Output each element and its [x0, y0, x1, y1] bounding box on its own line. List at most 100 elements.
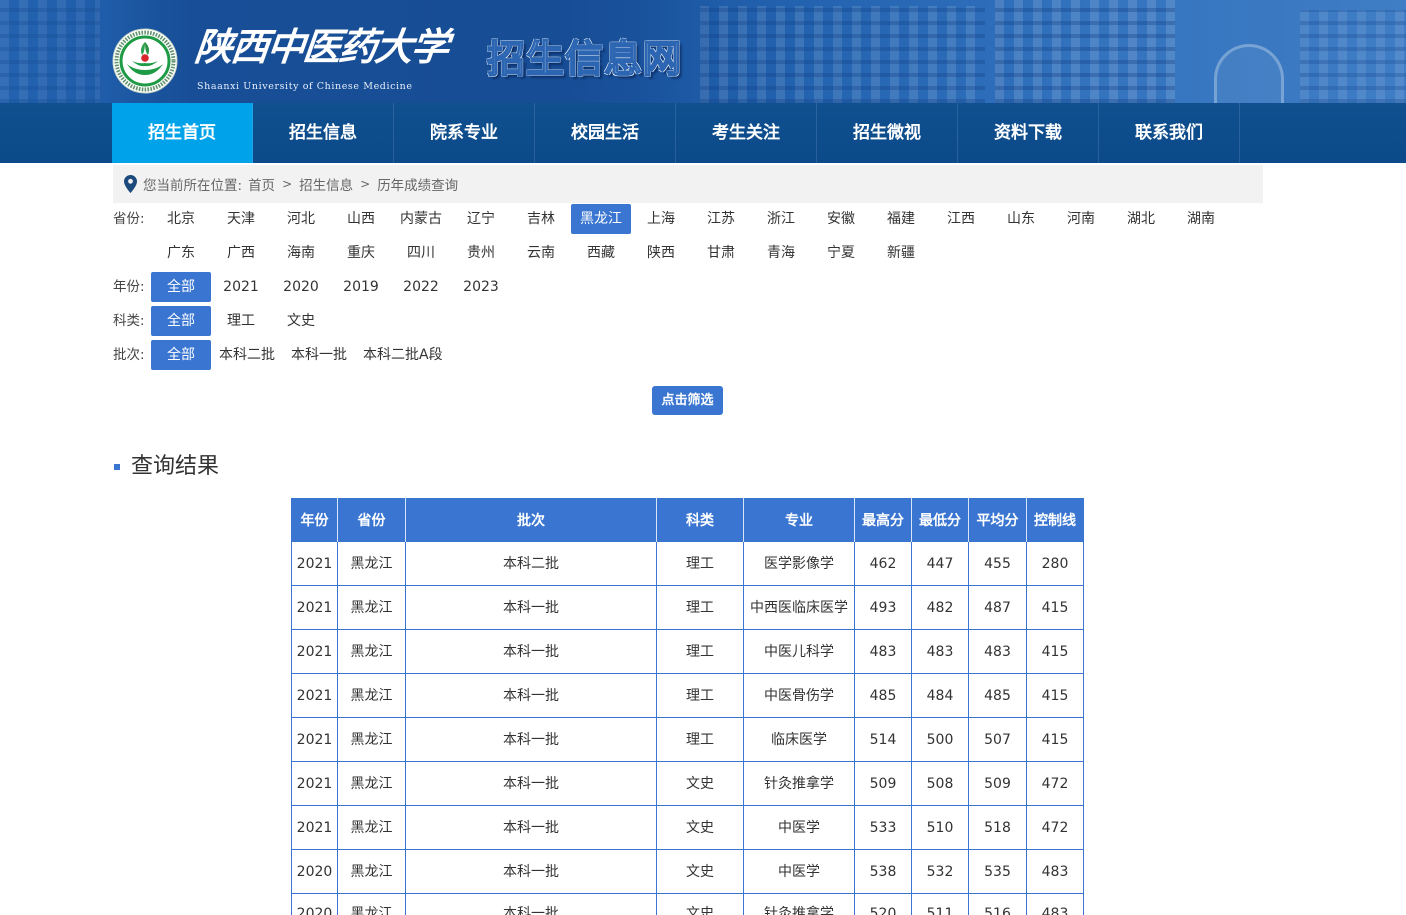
school-logo[interactable] — [112, 28, 178, 94]
province-option[interactable]: 贵州 — [451, 238, 511, 268]
province-option[interactable]: 吉林 — [511, 204, 571, 234]
nav-item-downloads[interactable]: 资料下载 — [958, 103, 1099, 163]
year-option[interactable]: 全部 — [151, 272, 211, 302]
cell-control-line: 472 — [1027, 806, 1084, 850]
province-option[interactable]: 山东 — [991, 204, 1051, 234]
province-option[interactable]: 湖南 — [1171, 204, 1231, 234]
cell-text: 472 — [1041, 819, 1069, 836]
table-row: 2021 黑龙江 本科一批 理工 临床医学 514 500 507 415 — [292, 718, 1084, 762]
cell-text: 2021 — [296, 555, 333, 572]
cell-text: 415 — [1041, 731, 1069, 748]
cell-min-score: 484 — [912, 674, 969, 718]
province-option[interactable]: 天津 — [211, 204, 271, 234]
cell-batch: 本科一批 — [406, 806, 657, 850]
cell-category: 理工 — [657, 586, 744, 630]
province-option[interactable]: 北京 — [151, 204, 211, 234]
province-option[interactable]: 河北 — [271, 204, 331, 234]
province-option[interactable]: 陕西 — [631, 238, 691, 268]
province-option[interactable]: 山西 — [331, 204, 391, 234]
cell-province: 黑龙江 — [338, 674, 406, 718]
year-option[interactable]: 2019 — [331, 272, 391, 302]
cell-avg-score: 455 — [969, 542, 1027, 586]
nav-item-videos[interactable]: 招生微视 — [817, 103, 958, 163]
cell-text: 483 — [1041, 906, 1069, 915]
province-option[interactable]: 海南 — [271, 238, 331, 268]
province-option[interactable]: 云南 — [511, 238, 571, 268]
province-option[interactable]: 浙江 — [751, 204, 811, 234]
province-option[interactable]: 广东 — [151, 238, 211, 268]
cell-text: 415 — [1041, 687, 1069, 704]
filter-row-year: 年份: 全部 2021 2020 2019 2022 2023 — [113, 272, 1263, 306]
province-option[interactable]: 湖北 — [1111, 204, 1171, 234]
province-option[interactable]: 青海 — [751, 238, 811, 268]
cell-batch: 本科一批 — [406, 718, 657, 762]
batch-option[interactable]: 本科二批 — [211, 340, 283, 370]
table-row: 2021 黑龙江 本科二批 理工 医学影像学 462 447 455 280 — [292, 542, 1084, 586]
year-option[interactable]: 2021 — [211, 272, 271, 302]
filter-panel: 省份: 北京 天津 河北 山西 内蒙古 辽宁 吉林 黑龙江 上海 江苏 浙江 安徽 福建 江西 山东 河南 湖北… — [113, 204, 1263, 374]
nav-item-applicant-focus[interactable]: 考生关注 — [676, 103, 817, 163]
province-option[interactable]: 四川 — [391, 238, 451, 268]
province-option[interactable]: 江苏 — [691, 204, 751, 234]
nav-item-campus-life[interactable]: 校园生活 — [535, 103, 676, 163]
cell-province: 黑龙江 — [338, 762, 406, 806]
cell-text: 针灸推拿学 — [764, 775, 834, 792]
batch-option[interactable]: 本科一批 — [283, 340, 355, 370]
batch-option[interactable]: 全部 — [151, 340, 211, 370]
cell-text: 483 — [926, 643, 954, 660]
breadcrumb-section-link[interactable]: 招生信息 — [299, 174, 353, 194]
province-option[interactable]: 内蒙古 — [391, 204, 451, 234]
province-option[interactable]: 上海 — [631, 204, 691, 234]
nav-item-admission-info[interactable]: 招生信息 — [253, 103, 394, 163]
province-option[interactable]: 安徽 — [811, 204, 871, 234]
cell-max-score: 483 — [855, 630, 912, 674]
breadcrumb-separator: > — [360, 177, 371, 191]
nav-item-home[interactable]: 招生首页 — [112, 103, 253, 163]
cell-control-line: 415 — [1027, 630, 1084, 674]
category-option[interactable]: 理工 — [211, 306, 271, 336]
category-option[interactable]: 全部 — [151, 306, 211, 336]
breadcrumb-home-link[interactable]: 首页 — [248, 174, 275, 194]
cell-year: 2021 — [292, 718, 338, 762]
filter-row-province: 省份: 北京 天津 河北 山西 内蒙古 辽宁 吉林 黑龙江 上海 江苏 浙江 安徽 福建 江西 山东 河南 湖北… — [113, 204, 1263, 272]
province-option[interactable]: 广西 — [211, 238, 271, 268]
cell-text: 本科一批 — [503, 687, 559, 704]
cell-category: 文史 — [657, 762, 744, 806]
cell-text: 2021 — [296, 731, 333, 748]
cell-text: 509 — [984, 775, 1011, 792]
province-option[interactable]: 宁夏 — [811, 238, 871, 268]
province-option[interactable]: 辽宁 — [451, 204, 511, 234]
province-option[interactable]: 河南 — [1051, 204, 1111, 234]
filter-submit-button[interactable]: 点击筛选 — [652, 386, 723, 415]
cell-province: 黑龙江 — [338, 806, 406, 850]
province-option[interactable]: 福建 — [871, 204, 931, 234]
province-option[interactable]: 新疆 — [871, 238, 931, 268]
cell-avg-score: 487 — [969, 586, 1027, 630]
cell-year: 2021 — [292, 674, 338, 718]
province-option[interactable]: 重庆 — [331, 238, 391, 268]
year-option[interactable]: 2022 — [391, 272, 451, 302]
cell-max-score: 493 — [855, 586, 912, 630]
cell-category: 理工 — [657, 674, 744, 718]
table-row: 2020 黑龙江 本科一批 文史 中医学 538 532 535 483 — [292, 850, 1084, 894]
building-decoration — [1300, 10, 1406, 103]
cell-text: 514 — [869, 731, 897, 748]
table-row: 2020 黑龙江 本科一批 文史 针灸推拿学 520 511 516 483 — [292, 894, 1084, 915]
filter-label-category: 科类: — [113, 313, 145, 329]
year-option[interactable]: 2023 — [451, 272, 511, 302]
nav-item-departments[interactable]: 院系专业 — [394, 103, 535, 163]
column-header-major: 专业 — [744, 498, 855, 542]
province-option[interactable]: 江西 — [931, 204, 991, 234]
nav-item-contact[interactable]: 联系我们 — [1099, 103, 1240, 163]
province-option[interactable]: 黑龙江 — [571, 204, 631, 234]
cell-province: 黑龙江 — [338, 894, 406, 915]
cell-text: 518 — [984, 819, 1011, 836]
filter-row-batch: 批次: 全部 本科二批 本科一批 本科二批A段 — [113, 340, 1263, 374]
category-option[interactable]: 文史 — [271, 306, 331, 336]
batch-option[interactable]: 本科二批A段 — [355, 340, 451, 370]
cell-text: 本科一批 — [503, 906, 559, 915]
year-option[interactable]: 2020 — [271, 272, 331, 302]
province-option[interactable]: 西藏 — [571, 238, 631, 268]
batch-options: 全部 本科二批 本科一批 本科二批A段 — [151, 340, 1263, 374]
province-option[interactable]: 甘肃 — [691, 238, 751, 268]
